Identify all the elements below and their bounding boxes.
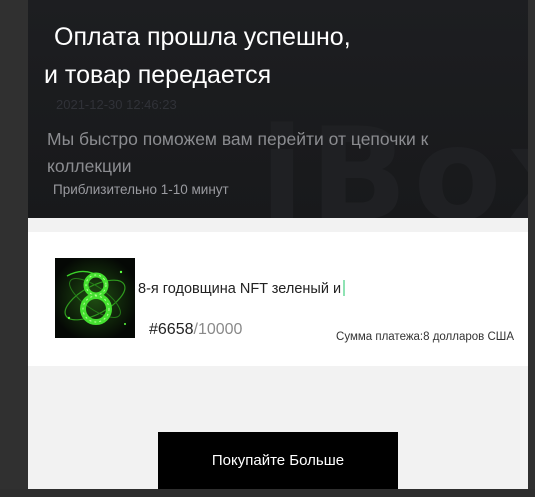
nft-edition-number: #6658/10000 <box>149 321 242 339</box>
scrollbar-track[interactable] <box>528 0 535 497</box>
buy-more-button[interactable]: Покупайте Больше <box>158 432 398 490</box>
order-card[interactable]: 8-я годовщина NFT зеленый и #6658/10000 … <box>28 232 528 366</box>
page-title-line-1: Оплата прошла успешно, <box>54 23 351 51</box>
transfer-description: Мы быстро поможем вам перейти от цепочки… <box>47 129 429 176</box>
payment-amount: Сумма платежа:8 долларов США <box>336 331 514 343</box>
text-caret <box>343 280 346 296</box>
nft-title-text: 8-я годовщина NFT зеленый и <box>138 281 342 297</box>
payment-success-header: iBox Оплата прошла успешно, и товар пере… <box>28 0 528 218</box>
order-content: 8-я годовщина NFT зеленый и #6658/10000 … <box>28 218 528 490</box>
payment-timestamp: 2021-12-30 12:46:23 <box>56 97 177 112</box>
estimated-time: Приблизительно 1-10 минут <box>53 182 229 197</box>
page-title: Оплата прошла успешно, и товар передаетс… <box>44 18 351 94</box>
nft-number: #6658 <box>149 321 194 338</box>
nft-total-supply: /10000 <box>193 321 243 338</box>
nft-thumbnail-icon[interactable] <box>55 258 135 338</box>
nft-title[interactable]: 8-я годовщина NFT зеленый и <box>138 280 346 297</box>
bottom-frame-edge <box>0 489 535 497</box>
page-title-line-2: и товар передается <box>44 61 272 89</box>
left-frame-edge <box>0 0 28 497</box>
nft-figure-eight-image <box>55 258 135 338</box>
